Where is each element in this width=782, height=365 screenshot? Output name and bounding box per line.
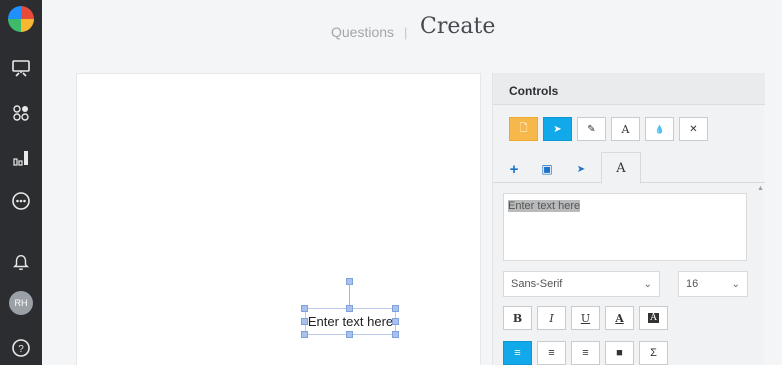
align-left-icon: ≡: [514, 347, 521, 359]
align-center-button[interactable]: ≡: [537, 341, 566, 365]
presentation-icon[interactable]: [9, 56, 33, 80]
logo-icon[interactable]: [8, 6, 34, 32]
text-icon: A: [621, 122, 630, 136]
align-justify-button[interactable]: ■: [605, 341, 634, 365]
text-tool-button[interactable]: A: [611, 117, 640, 141]
pointer-icon: ➤: [553, 123, 562, 135]
controls-subtabs: + ▣ ➤ A: [493, 152, 765, 184]
italic-button[interactable]: I: [537, 306, 566, 330]
controls-panel: Controls 🗋 ➤ ✎ A 💧 ✕ + ▣ ➤ A ▲ Enter tex…: [492, 73, 765, 365]
breadcrumb-separator: |: [404, 25, 408, 40]
resize-handle-l[interactable]: [301, 318, 308, 325]
page-title: Create: [420, 14, 496, 39]
align-left-button[interactable]: ≡: [503, 341, 532, 365]
sigma-icon: Σ: [650, 347, 657, 359]
font-size-value: 16: [686, 278, 699, 290]
tab-text[interactable]: A: [601, 152, 641, 184]
image-icon: ▣: [541, 162, 553, 176]
tab-add[interactable]: +: [503, 158, 525, 180]
align-center-icon: ≡: [548, 347, 555, 359]
drop-icon: 💧: [654, 124, 665, 134]
italic-icon: I: [549, 311, 554, 325]
controls-title: Controls: [509, 84, 559, 98]
delete-tool-button[interactable]: ✕: [679, 117, 708, 141]
plus-icon: +: [509, 160, 519, 178]
scroll-up-icon[interactable]: ▲: [757, 185, 764, 192]
chevron-down-icon: ⌄: [643, 278, 652, 290]
bold-button[interactable]: B: [503, 306, 532, 330]
align-justify-icon: ■: [616, 347, 623, 359]
text-icon: A: [616, 160, 626, 176]
resize-handle-tr[interactable]: [392, 305, 399, 312]
resize-handle-r[interactable]: [392, 318, 399, 325]
resize-handle-tl[interactable]: [301, 305, 308, 312]
tab-select[interactable]: ➤: [570, 158, 592, 180]
fill-tool-button[interactable]: 💧: [645, 117, 674, 141]
resize-handle-t[interactable]: [346, 305, 353, 312]
text-input-value: Enter text here: [508, 200, 581, 212]
breadcrumb-questions[interactable]: Questions: [331, 24, 394, 40]
font-family-value: Sans-Serif: [511, 278, 563, 290]
highlight-button[interactable]: A: [639, 306, 668, 330]
close-icon: ✕: [689, 123, 698, 135]
sigma-button[interactable]: Σ: [639, 341, 668, 365]
drawing-canvas[interactable]: [76, 73, 481, 365]
text-color-icon: A: [615, 311, 624, 325]
resize-handle-b[interactable]: [346, 331, 353, 338]
bar-chart-icon[interactable]: [9, 146, 33, 170]
resize-handle-bl[interactable]: [301, 331, 308, 338]
svg-text:?: ?: [18, 344, 24, 355]
select-tool-button[interactable]: ➤: [543, 117, 572, 141]
chevron-down-icon: ⌄: [731, 278, 740, 290]
bell-icon[interactable]: [9, 250, 33, 274]
more-icon[interactable]: [9, 189, 33, 213]
page-tool-button[interactable]: 🗋: [509, 117, 538, 141]
font-family-select[interactable]: Sans-Serif ⌄: [503, 271, 660, 297]
tab-image[interactable]: ▣: [536, 158, 558, 180]
bold-icon: B: [512, 311, 523, 325]
underline-button[interactable]: U: [571, 306, 600, 330]
group-icon[interactable]: [9, 101, 33, 125]
text-input[interactable]: Enter text here: [503, 193, 747, 261]
underline-icon: U: [580, 311, 591, 325]
left-rail: RH ?: [0, 0, 42, 365]
page-icon: 🗋: [519, 122, 528, 134]
avatar[interactable]: RH: [9, 291, 33, 315]
page-header: [42, 0, 782, 56]
controls-header: Controls: [493, 73, 765, 105]
font-size-select[interactable]: 16 ⌄: [678, 271, 748, 297]
resize-handle-br[interactable]: [392, 331, 399, 338]
align-right-icon: ≡: [582, 347, 589, 359]
highlight-icon: A: [648, 313, 659, 323]
align-right-button[interactable]: ≡: [571, 341, 600, 365]
pencil-tool-button[interactable]: ✎: [577, 117, 606, 141]
help-icon[interactable]: ?: [9, 336, 33, 360]
text-color-button[interactable]: A: [605, 306, 634, 330]
pointer-icon: ➤: [576, 163, 586, 175]
pencil-icon: ✎: [587, 123, 596, 135]
